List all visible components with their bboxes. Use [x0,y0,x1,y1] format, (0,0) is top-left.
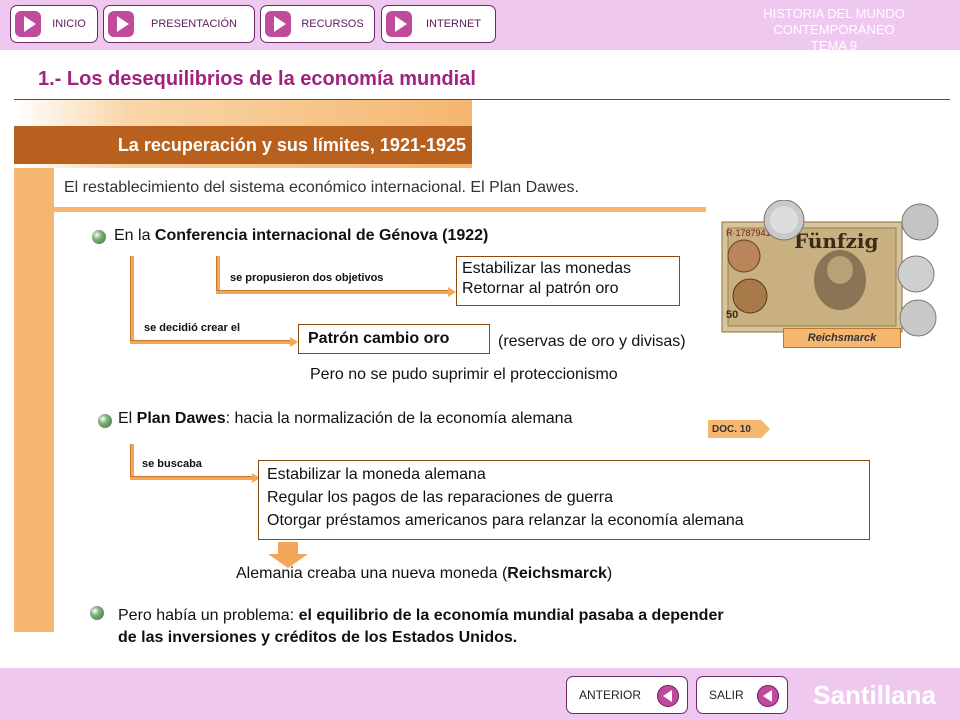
course-title-line2: TEMA 9 [810,38,858,53]
goal-item: Estabilizar la moneda alemana [267,466,486,483]
back-arrow-icon [757,685,779,707]
result-bold: Reichsmarck [507,565,607,582]
note-word: Fünfzig [794,229,878,253]
objectives-box: Estabilizar las monedas Retornar al patr… [456,256,680,306]
objective-item: Retornar al patrón oro [462,280,619,297]
proteccionismo-text: Pero no se pudo suprimir el proteccionis… [310,366,618,383]
result-suffix: ) [606,565,613,582]
result-prefix: Alemania creaba una nueva moneda ( [236,565,508,582]
nav-recursos-label: RECURSOS [301,18,364,30]
goals-box: Estabilizar la moneda alemana Regular lo… [258,460,870,540]
patron-text: Patrón cambio oro [308,330,450,347]
connector-line [216,290,450,294]
denomination-text: 50 [726,309,738,321]
dawes-line: El Plan Dawes: hacia la normalización de… [118,410,572,428]
nav-presentacion-label: PRESENTACIÓN [151,18,237,30]
connector-line [130,340,292,344]
reservas-text: (reservas de oro y divisas) [498,333,686,350]
play-icon [265,11,291,37]
connector-line [130,256,134,342]
doc-link[interactable]: DOC. 10 [708,420,770,438]
intro-text: El restablecimiento del sistema económic… [54,174,706,212]
connector-line [130,476,254,480]
brand-logo: Santillana [813,680,936,710]
salir-label: SALIR [709,688,744,702]
nav-internet-label: INTERNET [426,18,481,30]
buscaba-label: se buscaba [142,458,202,470]
play-icon [386,11,412,37]
salir-button[interactable]: SALIR [696,676,788,714]
arrow-icon [290,337,298,347]
create-label: se decidió crear el [144,322,240,334]
dawes-bold: Plan Dawes [136,410,226,427]
goal-item: Regular los pagos de las reparaciones de… [267,489,613,506]
nav-internet-button[interactable]: INTERNET [381,5,496,43]
subtitle-text: La recuperación y sus límites, 1921-1925 [117,134,466,155]
side-band [14,168,54,632]
subtitle-bar: La recuperación y sus límites, 1921-1925 [14,126,472,164]
bullet-icon [90,606,104,620]
connector-line [216,256,220,294]
nav-recursos-button[interactable]: RECURSOS [260,5,375,43]
problem-bold-1: el equilibrio de la economía mundial pas… [298,607,724,624]
genova-line: En la Conferencia internacional de Génov… [114,227,488,245]
connector-line [130,444,134,480]
course-title-line1: HISTORIA DEL MUNDO CONTEMPORÁNEO [763,6,905,37]
serial-text: R·1787941 [726,228,771,238]
bullet-icon [98,414,112,428]
anterior-button[interactable]: ANTERIOR [566,676,688,714]
back-arrow-icon [657,685,679,707]
result-line: Alemania creaba una nueva moneda (Reichs… [236,565,612,583]
dawes-prefix: El [118,410,137,427]
nav-inicio-button[interactable]: INICIO [10,5,98,43]
arrow-icon [448,287,456,297]
page-title: 1.- Los desequilibrios de la economía mu… [38,68,476,90]
genova-bold: Conferencia internacional de Génova (192… [154,227,489,244]
play-icon [108,11,134,37]
objective-item: Estabilizar las monedas [462,260,631,277]
doc-label: DOC. 10 [712,423,751,435]
reichsmarck-image: R·1787941 Fünfzig 50 [721,200,939,337]
nav-presentacion-button[interactable]: PRESENTACIÓN [103,5,255,43]
anterior-label: ANTERIOR [579,688,642,702]
goal-item: Otorgar préstamos americanos para relanz… [267,512,744,529]
problem-prefix: Pero había un problema: [118,607,299,624]
play-icon [15,11,41,37]
problem-text: Pero había un problema: el equilibrio de… [118,605,724,649]
objectives-label: se propusieron dos objetivos [230,272,384,284]
patron-box: Patrón cambio oro [298,324,490,354]
course-title: HISTORIA DEL MUNDO CONTEMPORÁNEO TEMA 9 [714,6,954,54]
dawes-suffix: : hacia la normalización de la economía … [225,410,573,427]
nav-inicio-label: INICIO [52,18,86,30]
genova-prefix: En la [114,227,155,244]
bullet-icon [92,230,106,244]
problem-bold-2: de las inversiones y créditos de los Est… [118,629,518,646]
reichsmarck-caption: Reichsmarck [783,328,901,348]
